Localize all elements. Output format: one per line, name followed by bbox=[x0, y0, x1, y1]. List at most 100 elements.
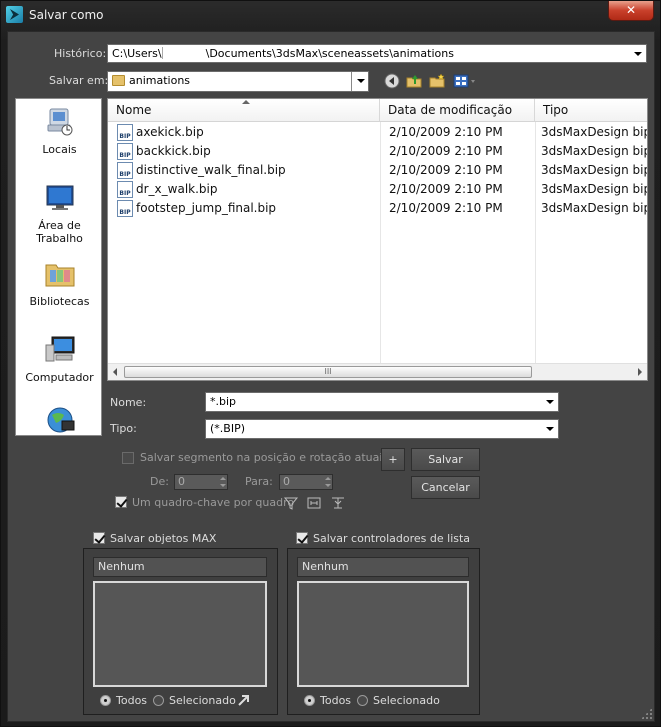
bip-file-icon: BIP bbox=[117, 162, 133, 179]
history-path-suffix: \Documents\3dsMax\sceneassets\animations bbox=[205, 47, 454, 60]
save-list-controllers-label: Salvar controladores de lista bbox=[313, 532, 471, 545]
resize-grip-icon[interactable] bbox=[641, 708, 652, 719]
add-button[interactable]: + bbox=[381, 448, 405, 471]
file-name-input[interactable]: *.bip bbox=[205, 392, 559, 412]
file-row[interactable]: BIP footstep_jump_final.bip 2/10/2009 2:… bbox=[108, 199, 647, 218]
history-label: Histórico: bbox=[54, 47, 107, 60]
place-area-de-trabalho[interactable]: Área de Trabalho bbox=[16, 183, 103, 245]
list-controllers-selected-radio[interactable] bbox=[357, 695, 368, 706]
place-network[interactable] bbox=[16, 405, 103, 441]
chevron-down-icon[interactable] bbox=[351, 72, 368, 91]
list-controllers-selected-label: Selecionado bbox=[373, 694, 440, 707]
chevron-down-icon[interactable] bbox=[629, 45, 646, 62]
place-label: Locais bbox=[42, 143, 77, 156]
window-title: Salvar como bbox=[29, 8, 104, 22]
file-name: distinctive_walk_final.bip bbox=[136, 163, 286, 177]
redacted-username bbox=[161, 47, 206, 59]
file-type: 3dsMaxDesign bip... bbox=[541, 182, 647, 196]
file-date: 2/10/2009 2:10 PM bbox=[389, 182, 503, 196]
back-icon[interactable] bbox=[384, 73, 400, 89]
type-label: Tipo: bbox=[110, 422, 137, 435]
file-row[interactable]: BIP axekick.bip 2/10/2009 2:10 PM 3dsMax… bbox=[108, 123, 647, 142]
horizontal-scrollbar[interactable]: III bbox=[108, 363, 647, 380]
save-max-objects-checkbox[interactable] bbox=[93, 532, 105, 544]
one-key-per-frame-checkbox[interactable] bbox=[115, 496, 127, 508]
file-name: backkick.bip bbox=[136, 144, 211, 158]
file-type: 3dsMaxDesign bip... bbox=[541, 201, 647, 215]
to-label: Para: bbox=[245, 475, 273, 488]
file-name: footstep_jump_final.bip bbox=[136, 201, 277, 215]
bip-file-icon: BIP bbox=[117, 143, 133, 160]
max-objects-all-label: Todos bbox=[116, 694, 148, 707]
max-objects-list-header: Nenhum bbox=[93, 557, 267, 577]
key-tool-icon[interactable] bbox=[330, 495, 346, 511]
max-objects-selected-label: Selecionado bbox=[169, 694, 236, 707]
network-icon bbox=[47, 407, 74, 433]
file-date: 2/10/2009 2:10 PM bbox=[389, 144, 503, 158]
save-in-combo[interactable]: animations bbox=[107, 71, 369, 92]
file-row[interactable]: BIP distinctive_walk_final.bip 2/10/2009… bbox=[108, 161, 647, 180]
file-list[interactable]: Nome Data de modificação Tipo BIP axekic… bbox=[107, 98, 648, 381]
up-folder-icon[interactable] bbox=[406, 73, 422, 89]
list-controllers-list[interactable] bbox=[297, 581, 469, 687]
place-bibliotecas[interactable]: Bibliotecas bbox=[16, 259, 103, 308]
file-type: 3dsMaxDesign bip... bbox=[541, 144, 647, 158]
folder-icon bbox=[112, 75, 125, 86]
key-filter-icon[interactable] bbox=[283, 495, 299, 511]
from-spinner[interactable]: 0 bbox=[174, 474, 228, 490]
column-header-type[interactable]: Tipo bbox=[535, 99, 647, 122]
max-objects-group: Nenhum Todos Selecionado bbox=[83, 548, 278, 715]
desktop-icon bbox=[46, 185, 73, 210]
list-controllers-group: Nenhum Todos Selecionado bbox=[287, 548, 480, 715]
scroll-thumb[interactable]: III bbox=[124, 366, 532, 378]
bip-file-icon: BIP bbox=[117, 124, 133, 141]
max-objects-list[interactable] bbox=[93, 581, 267, 687]
file-name: dr_x_walk.bip bbox=[136, 182, 218, 196]
save-button[interactable]: Salvar bbox=[411, 448, 480, 471]
new-folder-icon[interactable] bbox=[429, 73, 445, 89]
bip-file-icon: BIP bbox=[117, 181, 133, 198]
list-controllers-list-header: Nenhum bbox=[297, 557, 469, 577]
save-max-objects-label: Salvar objetos MAX bbox=[110, 532, 217, 545]
to-spinner[interactable]: 0 bbox=[279, 474, 333, 490]
save-list-controllers-checkbox[interactable] bbox=[296, 532, 308, 544]
close-button[interactable]: ✕ bbox=[608, 1, 654, 21]
to-value: 0 bbox=[283, 475, 290, 488]
file-date: 2/10/2009 2:10 PM bbox=[389, 125, 503, 139]
place-locais[interactable]: Locais bbox=[16, 107, 103, 156]
title-bar[interactable]: Salvar como ✕ bbox=[1, 1, 660, 31]
place-label: Computador bbox=[25, 371, 94, 384]
3dsmax-app-icon bbox=[6, 6, 23, 23]
spinner-arrows-icon[interactable] bbox=[324, 475, 332, 489]
cancel-button[interactable]: Cancelar bbox=[411, 476, 480, 499]
view-menu-icon[interactable] bbox=[453, 73, 477, 89]
save-as-dialog: Salvar como ✕ Histórico: C:\Users\ \Docum… bbox=[0, 0, 661, 727]
spinner-arrows-icon[interactable] bbox=[219, 475, 227, 489]
save-segment-label: Salvar segmento na posição e rotação atu… bbox=[140, 451, 389, 464]
places-sidebar: Locais Área de Trabalho Bibliotecas Comp… bbox=[15, 98, 102, 436]
key-range-icon[interactable] bbox=[306, 495, 322, 511]
file-row[interactable]: BIP dr_x_walk.bip 2/10/2009 2:10 PM 3dsM… bbox=[108, 180, 647, 199]
max-objects-all-radio[interactable] bbox=[100, 695, 111, 706]
place-label: Bibliotecas bbox=[29, 295, 90, 308]
save-segment-checkbox[interactable] bbox=[122, 452, 134, 464]
select-objects-arrow-icon[interactable] bbox=[236, 692, 252, 708]
history-combo[interactable]: C:\Users\ \Documents\3dsMax\sceneassets\a… bbox=[107, 44, 647, 63]
file-date: 2/10/2009 2:10 PM bbox=[389, 201, 503, 215]
column-header-date[interactable]: Data de modificação bbox=[380, 99, 535, 122]
sort-ascending-icon bbox=[242, 100, 250, 104]
scroll-left-icon[interactable] bbox=[113, 368, 117, 376]
file-type-value: (*.BIP) bbox=[210, 422, 246, 435]
history-path-prefix: C:\Users\ bbox=[112, 47, 162, 60]
file-type: 3dsMaxDesign bip... bbox=[541, 125, 647, 139]
scroll-right-icon[interactable] bbox=[638, 368, 642, 376]
max-objects-selected-radio[interactable] bbox=[153, 695, 164, 706]
chevron-down-icon[interactable] bbox=[541, 420, 558, 437]
file-type-select[interactable]: (*.BIP) bbox=[205, 419, 559, 439]
chevron-down-icon[interactable] bbox=[541, 393, 558, 410]
file-type: 3dsMaxDesign bip... bbox=[541, 163, 647, 177]
list-controllers-all-radio[interactable] bbox=[304, 695, 315, 706]
place-computador[interactable]: Computador bbox=[16, 335, 103, 384]
place-label: Área de bbox=[38, 219, 81, 232]
file-row[interactable]: BIP backkick.bip 2/10/2009 2:10 PM 3dsMa… bbox=[108, 142, 647, 161]
